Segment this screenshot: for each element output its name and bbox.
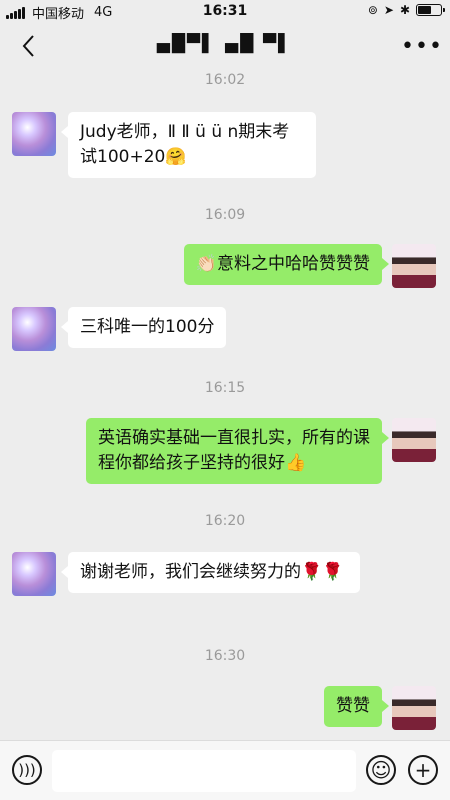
timestamp: 16:09: [204, 207, 246, 223]
chat-area[interactable]: 16:02 Judy老师，Ⅱ Ⅱ ü ü n期末考试100+20🤗 16:09 …: [0, 70, 450, 740]
avatar[interactable]: [392, 418, 436, 462]
more-dots-icon: •••: [401, 33, 443, 59]
message-bubble[interactable]: Judy老师，Ⅱ Ⅱ ü ü n期末考试100+20🤗: [61, 112, 316, 178]
plus-icon: +: [414, 758, 432, 782]
message-bubble[interactable]: 英语确实基础一直很扎实，所有的课程你都给孩子坚持的很好👍: [86, 418, 389, 484]
input-bar: ))) ☺ +: [0, 740, 450, 800]
bluetooth-icon: ✱: [399, 3, 410, 17]
status-right: ⊚ ➤ ✱: [367, 3, 445, 17]
message-bubble[interactable]: 谢谢老师，我们会继续努力的🌹🌹: [61, 552, 360, 593]
avatar[interactable]: [12, 552, 56, 596]
emoji-button[interactable]: ☺: [366, 755, 396, 785]
message-input[interactable]: [52, 750, 356, 792]
timestamp: 16:20: [204, 513, 246, 529]
chat-header: ▄█▀▌ ▄█ ▀▌ •••: [0, 22, 450, 70]
plus-button[interactable]: +: [408, 755, 438, 785]
voice-button[interactable]: ))): [12, 755, 42, 785]
message-bubble[interactable]: 三科唯一的100分: [60, 307, 227, 348]
emoji-icon: ☺: [370, 758, 392, 782]
avatar[interactable]: [392, 244, 436, 288]
status-bar: 中国移动 4G 16:31 ⊚ ➤ ✱: [0, 0, 450, 22]
timestamp: 16:02: [204, 72, 246, 88]
voice-icon: ))): [18, 760, 36, 779]
location-icon: ➤: [383, 3, 394, 17]
more-button[interactable]: •••: [401, 34, 442, 59]
timestamp: 16:30: [204, 648, 246, 664]
battery-icon: [416, 4, 445, 16]
lock-rotation-icon: ⊚: [367, 3, 378, 17]
avatar[interactable]: [12, 307, 56, 351]
message-bubble[interactable]: 赞赞: [324, 686, 389, 727]
avatar[interactable]: [392, 686, 436, 730]
chat-title: ▄█▀▌ ▄█ ▀▌: [156, 34, 294, 54]
timestamp: 16:15: [204, 380, 246, 396]
message-bubble[interactable]: 👏🏻意料之中哈哈赞赞赞: [183, 244, 390, 285]
avatar[interactable]: [12, 112, 56, 156]
